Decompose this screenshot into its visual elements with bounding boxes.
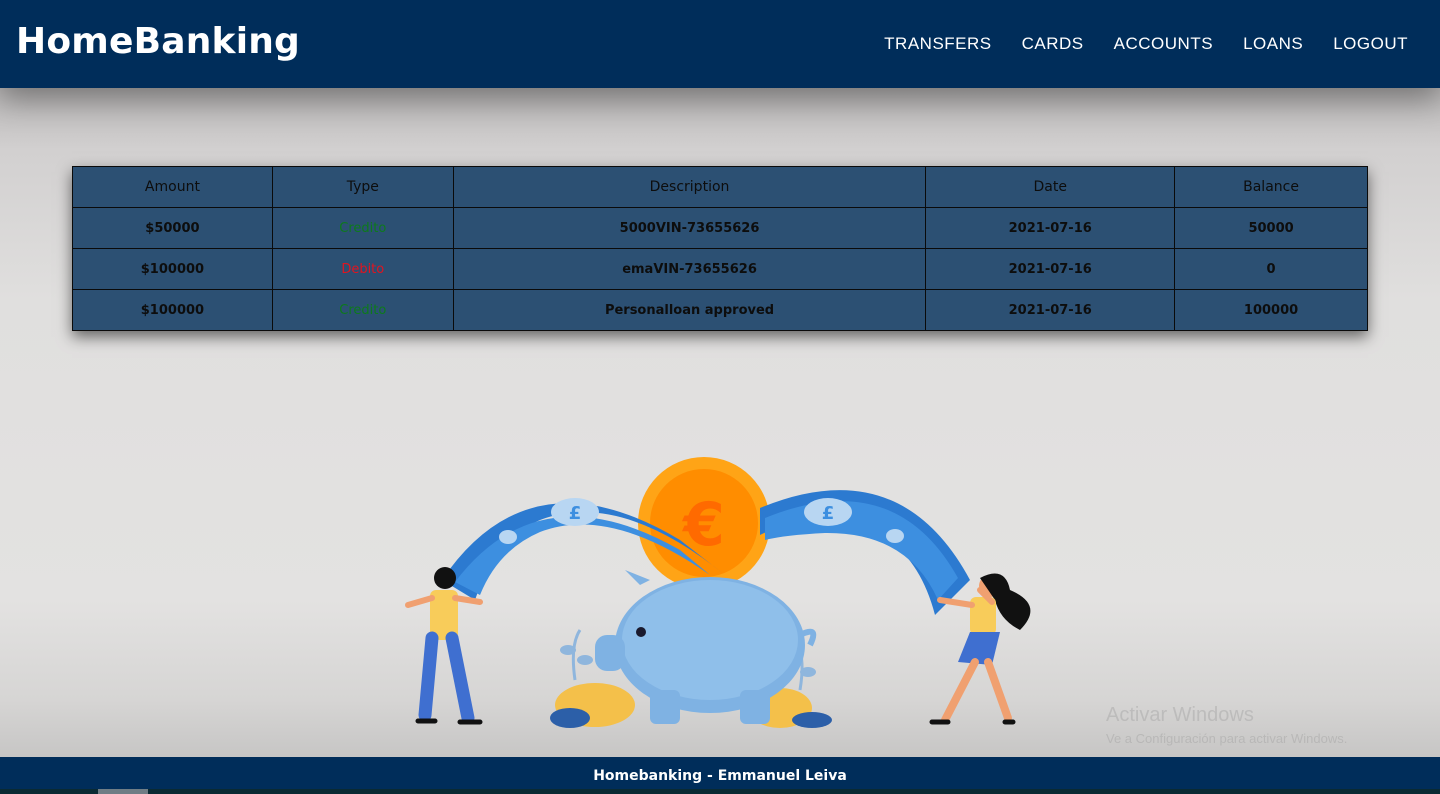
piggy-bank-money-illustration: € £ £: [405, 457, 1031, 728]
transactions-table-container: Amount Type Description Date Balance $50…: [72, 166, 1368, 331]
scrollbar-thumb[interactable]: [98, 789, 148, 794]
cell-balance: 100000: [1174, 289, 1368, 331]
cell-balance: 0: [1174, 248, 1368, 290]
cell-type: Debito: [271, 248, 454, 290]
nav-links: TRANSFERS CARDS ACCOUNTS LOANS LOGOUT: [884, 34, 1408, 54]
cell-date: 2021-07-16: [925, 248, 1176, 290]
column-header-type: Type: [271, 166, 454, 208]
cell-amount: $100000: [72, 289, 273, 331]
table-row: $50000 Credito 5000VIN-73655626 2021-07-…: [72, 207, 1368, 249]
cell-description: 5000VIN-73655626: [452, 207, 927, 249]
svg-text:€: €: [681, 490, 725, 560]
banknote-right-icon: £: [760, 490, 970, 615]
transactions-table: Amount Type Description Date Balance $50…: [72, 166, 1368, 331]
column-header-balance: Balance: [1174, 166, 1368, 208]
cell-balance: 50000: [1174, 207, 1368, 249]
navbar: HomeBanking TRANSFERS CARDS ACCOUNTS LOA…: [0, 0, 1440, 88]
cell-amount: $50000: [72, 207, 273, 249]
nav-accounts-link[interactable]: ACCOUNTS: [1114, 34, 1213, 54]
brand-logo[interactable]: HomeBanking: [16, 21, 300, 62]
cell-date: 2021-07-16: [925, 289, 1176, 331]
cell-type: Credito: [271, 289, 454, 331]
column-header-amount: Amount: [72, 166, 273, 208]
cell-type: Credito: [271, 207, 454, 249]
column-header-date: Date: [925, 166, 1176, 208]
table-row: $100000 Debito emaVIN-73655626 2021-07-1…: [72, 248, 1368, 290]
windows-activation-watermark: Activar Windows Ve a Configuración para …: [1106, 704, 1347, 746]
cell-description: Personalloan approved: [452, 289, 927, 331]
footer: Homebanking - Emmanuel Leiva: [0, 757, 1440, 794]
nav-loans-link[interactable]: LOANS: [1243, 34, 1303, 54]
svg-text:£: £: [822, 503, 835, 524]
cell-date: 2021-07-16: [925, 207, 1176, 249]
footer-text: Homebanking - Emmanuel Leiva: [593, 767, 847, 784]
nav-cards-link[interactable]: CARDS: [1022, 34, 1084, 54]
watermark-subtitle: Ve a Configuración para activar Windows.: [1106, 731, 1348, 746]
nav-logout-link[interactable]: LOGOUT: [1333, 34, 1408, 54]
horizontal-scrollbar[interactable]: [0, 789, 1440, 794]
cell-amount: $100000: [72, 248, 273, 290]
svg-text:£: £: [569, 503, 582, 524]
table-header-row: Amount Type Description Date Balance: [72, 166, 1368, 208]
watermark-title: Activar Windows: [1106, 704, 1254, 726]
cell-description: emaVIN-73655626: [452, 248, 927, 290]
column-header-description: Description: [452, 166, 927, 208]
nav-transfers-link[interactable]: TRANSFERS: [884, 34, 991, 54]
euro-coin-icon: €: [638, 457, 770, 589]
table-row: $100000 Credito Personalloan approved 20…: [72, 289, 1368, 331]
